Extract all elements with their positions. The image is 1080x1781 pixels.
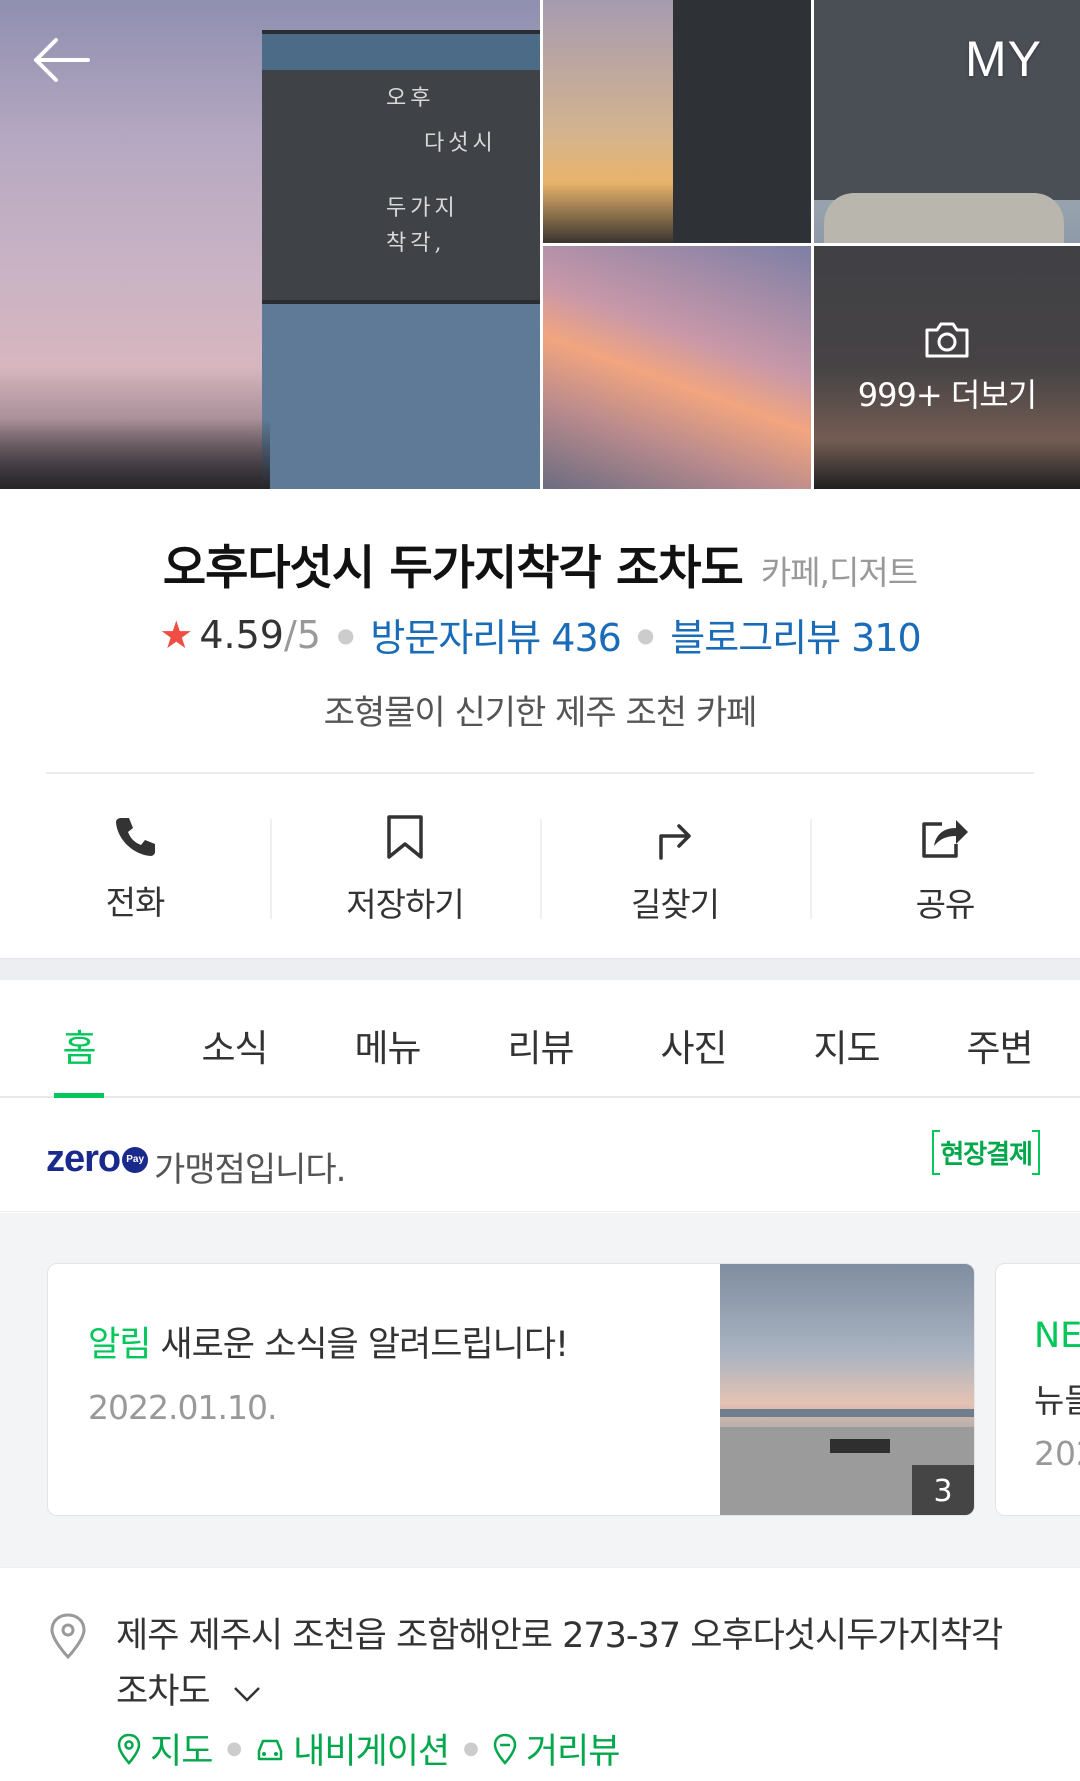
street-view-link-label: 거리뷰 [525, 1732, 621, 1772]
place-title: 오후다섯시 두가지착각 조차도 [162, 541, 744, 596]
building-illustration: 오후 다섯시 두가지 착각, [262, 30, 540, 489]
news-title: 뉴들 [1034, 1381, 1080, 1420]
tab-news[interactable]: 소식 [158, 980, 311, 1096]
address-section: 제주 제주시 조천읍 조함해안로 273-37 오후다섯시두가지착각 조차도 지… [0, 1567, 1080, 1781]
phone-icon [116, 818, 155, 856]
save-button[interactable]: 저장하기 [270, 774, 540, 954]
my-button[interactable]: MY [965, 30, 1042, 88]
back-button[interactable] [30, 35, 100, 95]
visitor-review-link[interactable]: 방문자리뷰 436 [370, 607, 621, 662]
location-pin-icon [50, 1613, 86, 1660]
rating-max: /5 [283, 612, 321, 657]
call-button[interactable]: 전화 [0, 774, 270, 954]
map-link[interactable]: 지도 [116, 1723, 213, 1774]
map-pin-icon [117, 1733, 141, 1765]
news-card[interactable]: NE 뉴들 202 [995, 1263, 1080, 1516]
zeropay-logo: zero Pay [46, 1138, 149, 1181]
zeropay-pay-badge: Pay [122, 1146, 149, 1173]
chevron-down-icon[interactable] [232, 1665, 262, 1721]
photo-thumbnail[interactable] [543, 0, 811, 243]
rating-score: 4.59 [199, 612, 284, 657]
photo-thumbnail[interactable] [543, 246, 811, 489]
save-label: 저장하기 [346, 885, 464, 924]
tab-photo[interactable]: 사진 [617, 980, 770, 1096]
place-description: 조형물이 신기한 제주 조천 카페 [323, 693, 758, 733]
street-view-link[interactable]: 거리뷰 [492, 1723, 620, 1774]
share-button[interactable]: 공유 [810, 774, 1080, 954]
photo-gallery: 오후 다섯시 두가지 착각, MY 999+ 더보기 [0, 0, 1080, 489]
zeropay-text: 가맹점입니다. [154, 1150, 346, 1190]
map-link-label: 지도 [150, 1732, 213, 1772]
photo-count-badge: 3 [912, 1465, 974, 1515]
action-bar: 전화 저장하기 길찾기 공유 [0, 774, 1080, 954]
separator-dot: ● [636, 622, 655, 647]
zeropay-banner: zero Pay 가맹점입니다. 현장결제 [0, 1100, 1080, 1212]
arrow-left-icon [34, 38, 90, 82]
more-photos-label: 999+ 더보기 [857, 375, 1037, 414]
section-separator [0, 958, 1080, 980]
navigation-link-label: 내비게이션 [293, 1732, 450, 1772]
news-tag: NE [1034, 1316, 1080, 1356]
news-card[interactable]: 알림 새로운 소식을 알려드립니다! 2022.01.10. 3 [47, 1263, 975, 1516]
tab-bar: 홈 소식 메뉴 리뷰 사진 지도 주변 [0, 980, 1080, 1098]
star-icon: ★ [159, 612, 194, 657]
onsite-payment-badge: 현장결제 [932, 1130, 1040, 1175]
share-label: 공유 [915, 885, 976, 924]
tab-home[interactable]: 홈 [0, 980, 158, 1098]
news-date: 2022.01.10. [88, 1388, 277, 1427]
bookmark-icon [387, 815, 423, 859]
news-tag: 알림 [88, 1325, 151, 1365]
zeropay-logo-text: zero [46, 1138, 121, 1180]
share-icon [922, 820, 968, 858]
address-text: 제주 제주시 조천읍 조함해안로 273-37 오후다섯시두가지착각 조차도 [116, 1608, 1046, 1721]
tab-review[interactable]: 리뷰 [464, 980, 617, 1096]
tab-nearby[interactable]: 주변 [923, 980, 1076, 1096]
directions-button[interactable]: 길찾기 [540, 774, 810, 954]
street-view-icon [493, 1733, 517, 1765]
palm-trees-silhouette [0, 419, 270, 489]
address-line: 제주 제주시 조천읍 조함해안로 273-37 오후다섯시두가지착각 [116, 1616, 1003, 1656]
blog-review-link[interactable]: 블로그리뷰 310 [670, 607, 921, 662]
title-row: 오후다섯시 두가지착각 조차도 카페,디저트 [0, 529, 1080, 598]
directions-label: 길찾기 [630, 885, 720, 924]
tab-menu[interactable]: 메뉴 [311, 980, 464, 1096]
place-category: 카페,디저트 [760, 553, 918, 592]
more-photos-button[interactable]: 999+ 더보기 [814, 246, 1080, 489]
rating-row: ★ 4.59 /5 ● 방문자리뷰 436 ● 블로그리뷰 310 [0, 607, 1080, 662]
navigation-link[interactable]: 내비게이션 [255, 1723, 450, 1774]
tab-map[interactable]: 지도 [770, 980, 923, 1096]
call-label: 전화 [105, 883, 166, 922]
news-date: 202 [1034, 1434, 1080, 1473]
address-line-2: 조차도 [116, 1672, 211, 1712]
news-title: 새로운 소식을 알려드립니다! [160, 1325, 569, 1365]
separator-dot: ● [336, 622, 355, 647]
address-links: 지도 ● 내비게이션 ● 거리뷰 [116, 1723, 620, 1774]
news-headline: 알림 새로운 소식을 알려드립니다! [88, 1316, 569, 1367]
directions-icon [659, 824, 691, 860]
news-carousel[interactable]: 알림 새로운 소식을 알려드립니다! 2022.01.10. 3 NE 뉴들 20… [0, 1213, 1080, 1567]
car-icon [257, 1739, 283, 1760]
separator-dot: ● [463, 1738, 479, 1759]
camera-icon [925, 322, 969, 357]
news-thumbnail: 3 [720, 1264, 974, 1515]
separator-dot: ● [226, 1738, 242, 1759]
